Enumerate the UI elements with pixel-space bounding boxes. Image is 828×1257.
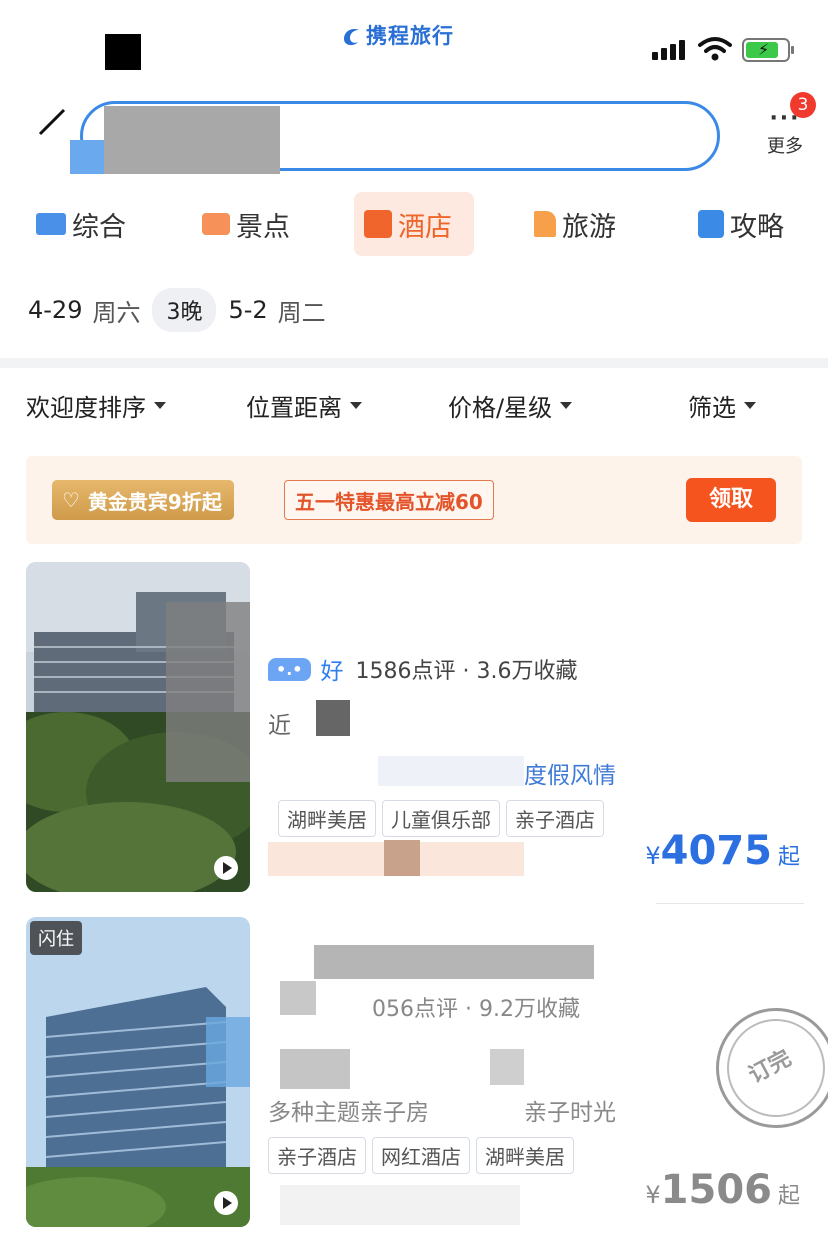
redaction-block — [105, 34, 141, 70]
redacted-area — [104, 106, 280, 174]
category-tabs: 综合 景点 酒店 旅游 攻略 — [0, 192, 828, 258]
rating-badge: •.• — [268, 657, 311, 681]
tab-travel[interactable]: 旅游 — [534, 192, 616, 256]
hotel-card[interactable]: •.• 好 1586点评 · 3.6万收藏 近 度假风情 湖畔美居 儿童俱乐部 亲子… — [0, 560, 828, 895]
hotel-icon — [364, 210, 392, 238]
hotel-photo-image — [26, 562, 250, 892]
more-label: 更多 — [767, 136, 803, 157]
wifi-icon — [698, 37, 732, 61]
date-selector[interactable]: 4-29 周六 3晚 5-2 周二 — [28, 288, 338, 332]
hotel-photo-image — [26, 917, 250, 1227]
tab-guide[interactable]: 攻略 — [698, 192, 784, 256]
hotel-highlight: 多种主题亲子房 — [268, 1100, 429, 1126]
hotel-tags: 湖畔美居 儿童俱乐部 亲子酒店 — [278, 800, 610, 837]
flag-icon — [534, 211, 556, 237]
book-icon — [698, 210, 724, 238]
sort-bar: 欢迎度排序 位置距离 价格/星级 筛选 — [0, 388, 828, 428]
tag: 湖畔美居 — [476, 1137, 574, 1174]
redacted-area — [316, 700, 350, 736]
back-icon[interactable] — [34, 104, 70, 140]
holiday-deal-coupon: 五一特惠最高立减60 — [284, 480, 494, 520]
notification-badge: 3 — [790, 92, 816, 118]
flash-stay-badge: 闪住 — [30, 921, 82, 955]
play-video-icon[interactable] — [214, 856, 238, 880]
play-video-icon[interactable] — [214, 1191, 238, 1215]
tag: 亲子酒店 — [506, 800, 604, 837]
signal-icon — [652, 40, 688, 60]
tab-hotel[interactable]: 酒店 — [354, 192, 474, 256]
app-logo: 携程旅行 — [340, 20, 454, 50]
promo-banner: ♡ 黄金贵宾9折起 五一特惠最高立减60 领取 — [26, 456, 802, 544]
caret-down-icon — [154, 402, 166, 409]
tag: 儿童俱乐部 — [382, 800, 500, 837]
redacted-area — [490, 1049, 524, 1085]
sort-popularity-dropdown[interactable]: 欢迎度排序 — [26, 388, 166, 423]
redacted-area — [280, 981, 316, 1015]
check-in-date: 4-29 — [28, 296, 83, 324]
redacted-area — [280, 1185, 520, 1225]
card-divider — [656, 903, 804, 904]
claim-button[interactable]: 领取 — [686, 478, 776, 522]
hotel-price: ¥4075 起 — [645, 828, 800, 874]
tab-attractions[interactable]: 景点 — [202, 192, 290, 256]
dolphin-logo-icon — [344, 29, 359, 46]
tab-comprehensive[interactable]: 综合 — [36, 192, 126, 256]
diamond-icon: ♡ — [62, 488, 80, 512]
hotel-highlight: 度假风情 — [524, 763, 616, 789]
redacted-area — [384, 840, 420, 876]
review-stats: 056点评 · 9.2万收藏 — [372, 997, 580, 1022]
check-out-weekday: 周二 — [277, 298, 326, 327]
check-out-date: 5-2 — [228, 296, 268, 324]
battery-icon: ⚡ — [742, 38, 794, 62]
ticket-icon — [202, 213, 230, 235]
redacted-area — [314, 945, 594, 979]
nights-badge: 3晚 — [152, 288, 217, 332]
hotel-highlight-tail: 亲子时光 — [524, 1100, 616, 1126]
sort-distance-dropdown[interactable]: 位置距离 — [246, 388, 362, 423]
review-stats: 1586点评 · 3.6万收藏 — [355, 659, 578, 684]
redacted-area — [70, 140, 106, 174]
tag: 亲子酒店 — [268, 1137, 366, 1174]
section-divider — [0, 358, 828, 368]
rating-label: 好 — [320, 659, 344, 685]
grid-icon — [36, 213, 66, 235]
sort-price-dropdown[interactable]: 价格/星级 — [448, 388, 573, 423]
status-bar: 携程旅行 ⚡ — [0, 0, 828, 90]
caret-down-icon — [560, 402, 573, 409]
filter-dropdown[interactable]: 筛选 — [688, 388, 756, 423]
hotel-photo[interactable]: 闪住 — [26, 917, 250, 1227]
tag: 湖畔美居 — [278, 800, 376, 837]
caret-down-icon — [744, 402, 756, 409]
location-text: 近 — [268, 713, 291, 739]
hotel-tags: 亲子酒店 网红酒店 湖畔美居 — [268, 1137, 580, 1174]
hotel-price: ¥1506 起 — [645, 1167, 800, 1213]
redacted-area — [280, 1049, 350, 1089]
caret-down-icon — [350, 402, 362, 409]
hotel-card[interactable]: 闪住 056点评 · 9.2万收藏 多种主题亲子房 亲子时光 亲子酒店 网红酒店湖… — [0, 915, 828, 1245]
check-in-weekday: 周六 — [92, 298, 141, 327]
redacted-area — [378, 756, 524, 786]
hotel-photo[interactable] — [26, 562, 250, 892]
sold-out-stamp: 订完 — [716, 1008, 828, 1128]
gold-vip-badge: ♡ 黄金贵宾9折起 — [52, 480, 234, 520]
tag: 网红酒店 — [372, 1137, 470, 1174]
